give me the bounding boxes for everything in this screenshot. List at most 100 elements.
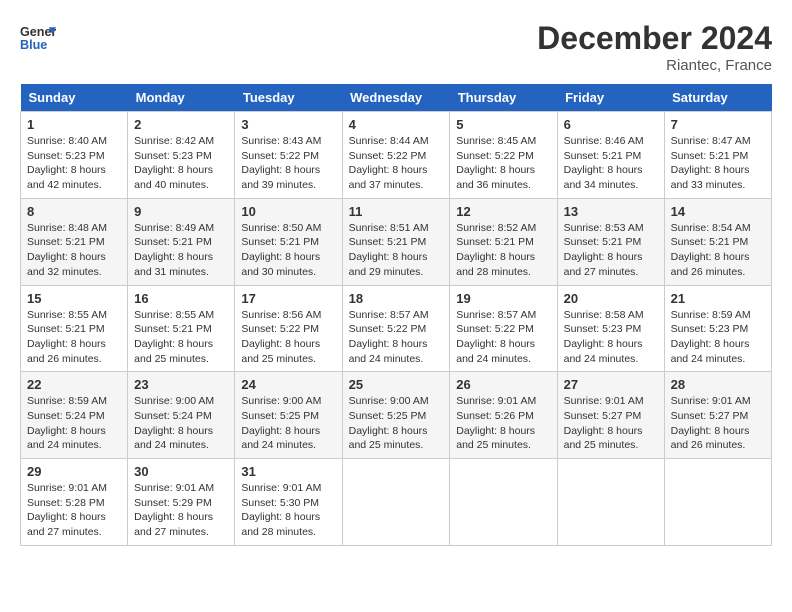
day-number: 8 bbox=[27, 204, 121, 219]
calendar-day-cell: 19 Sunrise: 8:57 AM Sunset: 5:22 PM Dayl… bbox=[450, 285, 557, 372]
month-year-title: December 2024 bbox=[537, 20, 772, 57]
calendar-day-cell: 29 Sunrise: 9:01 AM Sunset: 5:28 PM Dayl… bbox=[21, 459, 128, 546]
weekday-header-cell: Wednesday bbox=[342, 84, 450, 112]
calendar-day-cell: 1 Sunrise: 8:40 AM Sunset: 5:23 PM Dayli… bbox=[21, 112, 128, 199]
calendar-day-cell: 21 Sunrise: 8:59 AM Sunset: 5:23 PM Dayl… bbox=[664, 285, 771, 372]
day-number: 9 bbox=[134, 204, 228, 219]
calendar-day-cell bbox=[557, 459, 664, 546]
day-number: 13 bbox=[564, 204, 658, 219]
day-info: Sunrise: 8:54 AM Sunset: 5:21 PM Dayligh… bbox=[671, 221, 765, 280]
location-label: Riantec, France bbox=[537, 57, 772, 74]
day-number: 11 bbox=[349, 204, 444, 219]
day-info: Sunrise: 8:42 AM Sunset: 5:23 PM Dayligh… bbox=[134, 134, 228, 193]
day-info: Sunrise: 9:01 AM Sunset: 5:26 PM Dayligh… bbox=[456, 394, 550, 453]
calendar-day-cell: 16 Sunrise: 8:55 AM Sunset: 5:21 PM Dayl… bbox=[128, 285, 235, 372]
day-info: Sunrise: 8:51 AM Sunset: 5:21 PM Dayligh… bbox=[349, 221, 444, 280]
day-number: 14 bbox=[671, 204, 765, 219]
day-number: 28 bbox=[671, 377, 765, 392]
day-number: 4 bbox=[349, 117, 444, 132]
day-info: Sunrise: 8:57 AM Sunset: 5:22 PM Dayligh… bbox=[349, 308, 444, 367]
day-number: 31 bbox=[241, 464, 335, 479]
day-info: Sunrise: 8:49 AM Sunset: 5:21 PM Dayligh… bbox=[134, 221, 228, 280]
weekday-header-cell: Saturday bbox=[664, 84, 771, 112]
weekday-header-cell: Tuesday bbox=[235, 84, 342, 112]
calendar-day-cell bbox=[450, 459, 557, 546]
day-info: Sunrise: 9:00 AM Sunset: 5:25 PM Dayligh… bbox=[241, 394, 335, 453]
day-info: Sunrise: 9:01 AM Sunset: 5:28 PM Dayligh… bbox=[27, 481, 121, 540]
day-info: Sunrise: 9:01 AM Sunset: 5:29 PM Dayligh… bbox=[134, 481, 228, 540]
calendar-day-cell: 13 Sunrise: 8:53 AM Sunset: 5:21 PM Dayl… bbox=[557, 198, 664, 285]
weekday-header-cell: Thursday bbox=[450, 84, 557, 112]
day-info: Sunrise: 8:47 AM Sunset: 5:21 PM Dayligh… bbox=[671, 134, 765, 193]
day-info: Sunrise: 8:59 AM Sunset: 5:24 PM Dayligh… bbox=[27, 394, 121, 453]
weekday-header-cell: Friday bbox=[557, 84, 664, 112]
calendar-day-cell: 12 Sunrise: 8:52 AM Sunset: 5:21 PM Dayl… bbox=[450, 198, 557, 285]
day-info: Sunrise: 9:01 AM Sunset: 5:27 PM Dayligh… bbox=[564, 394, 658, 453]
calendar-day-cell: 15 Sunrise: 8:55 AM Sunset: 5:21 PM Dayl… bbox=[21, 285, 128, 372]
day-info: Sunrise: 9:00 AM Sunset: 5:24 PM Dayligh… bbox=[134, 394, 228, 453]
calendar-day-cell: 5 Sunrise: 8:45 AM Sunset: 5:22 PM Dayli… bbox=[450, 112, 557, 199]
day-info: Sunrise: 8:56 AM Sunset: 5:22 PM Dayligh… bbox=[241, 308, 335, 367]
day-number: 7 bbox=[671, 117, 765, 132]
day-info: Sunrise: 8:53 AM Sunset: 5:21 PM Dayligh… bbox=[564, 221, 658, 280]
weekday-header-row: SundayMondayTuesdayWednesdayThursdayFrid… bbox=[21, 84, 772, 112]
day-number: 10 bbox=[241, 204, 335, 219]
calendar-week-row: 22 Sunrise: 8:59 AM Sunset: 5:24 PM Dayl… bbox=[21, 372, 772, 459]
calendar-day-cell: 4 Sunrise: 8:44 AM Sunset: 5:22 PM Dayli… bbox=[342, 112, 450, 199]
day-number: 25 bbox=[349, 377, 444, 392]
calendar-day-cell: 25 Sunrise: 9:00 AM Sunset: 5:25 PM Dayl… bbox=[342, 372, 450, 459]
day-info: Sunrise: 8:55 AM Sunset: 5:21 PM Dayligh… bbox=[27, 308, 121, 367]
weekday-header-cell: Sunday bbox=[21, 84, 128, 112]
page-header: General Blue December 2024 Riantec, Fran… bbox=[20, 20, 772, 74]
day-info: Sunrise: 9:01 AM Sunset: 5:30 PM Dayligh… bbox=[241, 481, 335, 540]
day-number: 17 bbox=[241, 291, 335, 306]
day-number: 12 bbox=[456, 204, 550, 219]
svg-text:Blue: Blue bbox=[20, 38, 47, 52]
day-info: Sunrise: 8:48 AM Sunset: 5:21 PM Dayligh… bbox=[27, 221, 121, 280]
calendar-day-cell: 2 Sunrise: 8:42 AM Sunset: 5:23 PM Dayli… bbox=[128, 112, 235, 199]
day-number: 2 bbox=[134, 117, 228, 132]
day-number: 6 bbox=[564, 117, 658, 132]
calendar-day-cell: 30 Sunrise: 9:01 AM Sunset: 5:29 PM Dayl… bbox=[128, 459, 235, 546]
day-info: Sunrise: 8:40 AM Sunset: 5:23 PM Dayligh… bbox=[27, 134, 121, 193]
calendar-day-cell: 28 Sunrise: 9:01 AM Sunset: 5:27 PM Dayl… bbox=[664, 372, 771, 459]
calendar-day-cell: 20 Sunrise: 8:58 AM Sunset: 5:23 PM Dayl… bbox=[557, 285, 664, 372]
day-number: 20 bbox=[564, 291, 658, 306]
weekday-header-cell: Monday bbox=[128, 84, 235, 112]
day-info: Sunrise: 8:52 AM Sunset: 5:21 PM Dayligh… bbox=[456, 221, 550, 280]
title-block: December 2024 Riantec, France bbox=[537, 20, 772, 74]
calendar-day-cell: 22 Sunrise: 8:59 AM Sunset: 5:24 PM Dayl… bbox=[21, 372, 128, 459]
day-info: Sunrise: 8:57 AM Sunset: 5:22 PM Dayligh… bbox=[456, 308, 550, 367]
calendar-week-row: 1 Sunrise: 8:40 AM Sunset: 5:23 PM Dayli… bbox=[21, 112, 772, 199]
calendar-day-cell: 14 Sunrise: 8:54 AM Sunset: 5:21 PM Dayl… bbox=[664, 198, 771, 285]
calendar-table: SundayMondayTuesdayWednesdayThursdayFrid… bbox=[20, 84, 772, 546]
day-number: 19 bbox=[456, 291, 550, 306]
day-number: 27 bbox=[564, 377, 658, 392]
day-info: Sunrise: 8:44 AM Sunset: 5:22 PM Dayligh… bbox=[349, 134, 444, 193]
day-number: 30 bbox=[134, 464, 228, 479]
day-info: Sunrise: 9:00 AM Sunset: 5:25 PM Dayligh… bbox=[349, 394, 444, 453]
day-number: 23 bbox=[134, 377, 228, 392]
calendar-day-cell: 11 Sunrise: 8:51 AM Sunset: 5:21 PM Dayl… bbox=[342, 198, 450, 285]
calendar-day-cell: 26 Sunrise: 9:01 AM Sunset: 5:26 PM Dayl… bbox=[450, 372, 557, 459]
calendar-day-cell: 24 Sunrise: 9:00 AM Sunset: 5:25 PM Dayl… bbox=[235, 372, 342, 459]
day-number: 21 bbox=[671, 291, 765, 306]
day-info: Sunrise: 9:01 AM Sunset: 5:27 PM Dayligh… bbox=[671, 394, 765, 453]
calendar-day-cell: 31 Sunrise: 9:01 AM Sunset: 5:30 PM Dayl… bbox=[235, 459, 342, 546]
calendar-day-cell: 17 Sunrise: 8:56 AM Sunset: 5:22 PM Dayl… bbox=[235, 285, 342, 372]
calendar-week-row: 15 Sunrise: 8:55 AM Sunset: 5:21 PM Dayl… bbox=[21, 285, 772, 372]
day-info: Sunrise: 8:46 AM Sunset: 5:21 PM Dayligh… bbox=[564, 134, 658, 193]
calendar-day-cell: 9 Sunrise: 8:49 AM Sunset: 5:21 PM Dayli… bbox=[128, 198, 235, 285]
day-number: 1 bbox=[27, 117, 121, 132]
calendar-day-cell: 6 Sunrise: 8:46 AM Sunset: 5:21 PM Dayli… bbox=[557, 112, 664, 199]
calendar-body: 1 Sunrise: 8:40 AM Sunset: 5:23 PM Dayli… bbox=[21, 112, 772, 546]
day-number: 15 bbox=[27, 291, 121, 306]
day-number: 3 bbox=[241, 117, 335, 132]
day-info: Sunrise: 8:58 AM Sunset: 5:23 PM Dayligh… bbox=[564, 308, 658, 367]
calendar-day-cell bbox=[664, 459, 771, 546]
calendar-day-cell: 18 Sunrise: 8:57 AM Sunset: 5:22 PM Dayl… bbox=[342, 285, 450, 372]
day-info: Sunrise: 8:45 AM Sunset: 5:22 PM Dayligh… bbox=[456, 134, 550, 193]
calendar-week-row: 29 Sunrise: 9:01 AM Sunset: 5:28 PM Dayl… bbox=[21, 459, 772, 546]
day-number: 24 bbox=[241, 377, 335, 392]
day-number: 29 bbox=[27, 464, 121, 479]
